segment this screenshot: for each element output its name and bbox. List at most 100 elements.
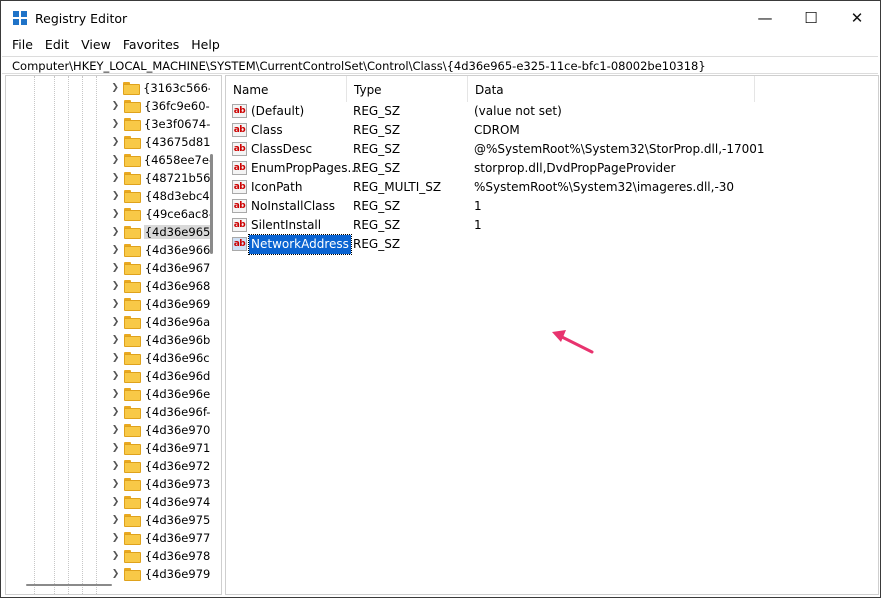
tree-item[interactable]: ❯ {4d36e979-: [110, 565, 210, 583]
tree-item[interactable]: ❯ {4d36e96d-: [110, 367, 210, 385]
tree-item[interactable]: ❯ {49ce6ac8-: [110, 205, 210, 223]
tree-item[interactable]: ❯ {4d36e96f-(: [110, 403, 210, 421]
chevron-right-icon[interactable]: ❯: [110, 299, 121, 309]
key-tree-pane[interactable]: ❯ {3163c566-d ❯ {36fc9e60-c ❯ {3e3f0674-c ❯ {43…: [5, 75, 222, 595]
chevron-right-icon[interactable]: ❯: [110, 389, 121, 399]
value-name: (Default): [251, 104, 305, 118]
tree-item-label: {4d36e96e-: [144, 387, 210, 401]
tree-item[interactable]: ❯ {4d36e971-: [110, 439, 210, 457]
menu-edit[interactable]: Edit: [39, 35, 75, 55]
tree-item[interactable]: ❯ {4d36e978-: [110, 547, 210, 565]
value-row[interactable]: ab ClassDesc REG_SZ @%SystemRoot%\System32\…: [226, 140, 878, 159]
tree-item[interactable]: ❯ {3e3f0674-c: [110, 115, 210, 133]
chevron-right-icon[interactable]: ❯: [110, 551, 121, 561]
folder-icon: [123, 117, 141, 131]
tree-item[interactable]: ❯ {48721b56-: [110, 169, 210, 187]
tree-item[interactable]: ❯ {4d36e972-: [110, 457, 210, 475]
tree-item[interactable]: ❯ {43675d81-: [110, 133, 210, 151]
title-bar[interactable]: Registry Editor — ☐ ✕: [1, 1, 880, 35]
chevron-right-icon[interactable]: ❯: [110, 191, 121, 201]
chevron-right-icon[interactable]: ❯: [110, 407, 121, 417]
tree-item[interactable]: ❯ {4d36e966-: [110, 241, 210, 259]
value-row[interactable]: ab EnumPropPages... REG_SZ storprop.dll,Dvd…: [226, 159, 878, 178]
chevron-right-icon[interactable]: ❯: [110, 353, 121, 363]
chevron-right-icon[interactable]: ❯: [110, 497, 121, 507]
column-header-data[interactable]: Data: [468, 76, 755, 102]
tree-item[interactable]: ❯ {4d36e967-: [110, 259, 210, 277]
value-row[interactable]: ab NoInstallClass REG_SZ 1: [226, 197, 878, 216]
chevron-right-icon[interactable]: ❯: [110, 371, 121, 381]
chevron-right-icon[interactable]: ❯: [110, 281, 121, 291]
tree-item[interactable]: ❯ {4d36e96c-: [110, 349, 210, 367]
string-value-icon: ab: [232, 142, 247, 156]
tree-item[interactable]: ❯ {4d36e968-: [110, 277, 210, 295]
folder-icon: [124, 171, 142, 185]
chevron-right-icon[interactable]: ❯: [110, 155, 121, 165]
tree-item[interactable]: ❯ {4d36e96a-: [110, 313, 210, 331]
chevron-right-icon[interactable]: ❯: [110, 533, 121, 543]
registry-editor-icon: [13, 11, 27, 25]
tree-item-label: {4d36e974-: [144, 495, 211, 509]
tree-item[interactable]: ❯ {4d36e965-: [110, 223, 211, 241]
chevron-right-icon[interactable]: ❯: [110, 317, 121, 327]
folder-icon: [124, 567, 142, 581]
chevron-right-icon[interactable]: ❯: [110, 119, 121, 129]
tree-item[interactable]: ❯ {4d36e96b-: [110, 331, 210, 349]
minimize-button[interactable]: —: [742, 1, 788, 35]
tree-item[interactable]: ❯ {4d36e975-: [110, 511, 210, 529]
tree-vertical-scrollbar[interactable]: [210, 154, 213, 254]
tree-item[interactable]: ❯ {4d36e970-: [110, 421, 210, 439]
tree-item-label: {4d36e96b-: [144, 333, 210, 347]
chevron-right-icon[interactable]: ❯: [110, 173, 121, 183]
column-header-name[interactable]: Name: [226, 76, 347, 102]
chevron-right-icon[interactable]: ❯: [110, 335, 121, 345]
tree-item[interactable]: ❯ {4d36e973-: [110, 475, 210, 493]
chevron-right-icon[interactable]: ❯: [110, 227, 121, 237]
tree-item-label: {4d36e978-: [144, 549, 211, 563]
menu-view[interactable]: View: [75, 35, 117, 55]
menu-help[interactable]: Help: [185, 35, 226, 55]
chevron-right-icon[interactable]: ❯: [110, 443, 121, 453]
tree-item[interactable]: ❯ {48d3ebc4-: [110, 187, 210, 205]
column-header-type[interactable]: Type: [347, 76, 468, 102]
maximize-button[interactable]: ☐: [788, 1, 834, 35]
chevron-right-icon[interactable]: ❯: [110, 461, 121, 471]
folder-icon: [123, 99, 141, 113]
address-bar[interactable]: Computer\HKEY_LOCAL_MACHINE\SYSTEM\Curre…: [2, 56, 878, 74]
menu-favorites[interactable]: Favorites: [117, 35, 185, 55]
value-row[interactable]: ab SilentInstall REG_SZ 1: [226, 216, 878, 235]
value-row[interactable]: ab IconPath REG_MULTI_SZ %SystemRoot%\Syste…: [226, 178, 878, 197]
chevron-right-icon[interactable]: ❯: [110, 83, 120, 93]
tree-item-label: {4d36e973-: [144, 477, 211, 491]
tree-horizontal-scrollbar[interactable]: [26, 584, 112, 586]
value-row[interactable]: ab NetworkAddress REG_SZ: [226, 234, 878, 255]
chevron-right-icon[interactable]: ❯: [110, 479, 121, 489]
chevron-right-icon[interactable]: ❯: [110, 263, 121, 273]
chevron-right-icon[interactable]: ❯: [110, 137, 121, 147]
chevron-right-icon[interactable]: ❯: [110, 515, 121, 525]
chevron-right-icon[interactable]: ❯: [110, 569, 121, 579]
pane-splitter[interactable]: [222, 75, 224, 595]
tree-item[interactable]: ❯ {3163c566-d: [110, 79, 210, 97]
tree-item[interactable]: ❯ {4d36e96e-: [110, 385, 210, 403]
tree-item[interactable]: ❯ {36fc9e60-c: [110, 97, 210, 115]
value-name: ClassDesc: [251, 142, 313, 156]
chevron-right-icon[interactable]: ❯: [110, 209, 121, 219]
chevron-right-icon[interactable]: ❯: [110, 101, 121, 111]
close-button[interactable]: ✕: [834, 1, 880, 35]
tree-item[interactable]: ❯ {4658ee7e-f: [110, 151, 210, 169]
values-list-pane[interactable]: Name Type Data ab (Default) REG_SZ (value n…: [225, 75, 879, 595]
tree-guide-line: [82, 76, 83, 594]
tree-item[interactable]: ❯ {4d36e969-: [110, 295, 210, 313]
folder-icon: [124, 441, 142, 455]
chevron-right-icon[interactable]: ❯: [110, 245, 121, 255]
value-row[interactable]: ab (Default) REG_SZ (value not set): [226, 102, 878, 121]
value-row[interactable]: ab Class REG_SZ CDROM: [226, 121, 878, 140]
chevron-right-icon[interactable]: ❯: [110, 425, 121, 435]
tree-item[interactable]: ❯ {4d36e977-: [110, 529, 210, 547]
tree-item[interactable]: ❯ {4d36e974-: [110, 493, 210, 511]
menu-file[interactable]: File: [1, 35, 39, 55]
value-type: REG_SZ: [353, 199, 401, 213]
tree-item-label: {4d36e965-: [143, 225, 211, 239]
tree-item-label: {4d36e966-: [144, 243, 211, 257]
